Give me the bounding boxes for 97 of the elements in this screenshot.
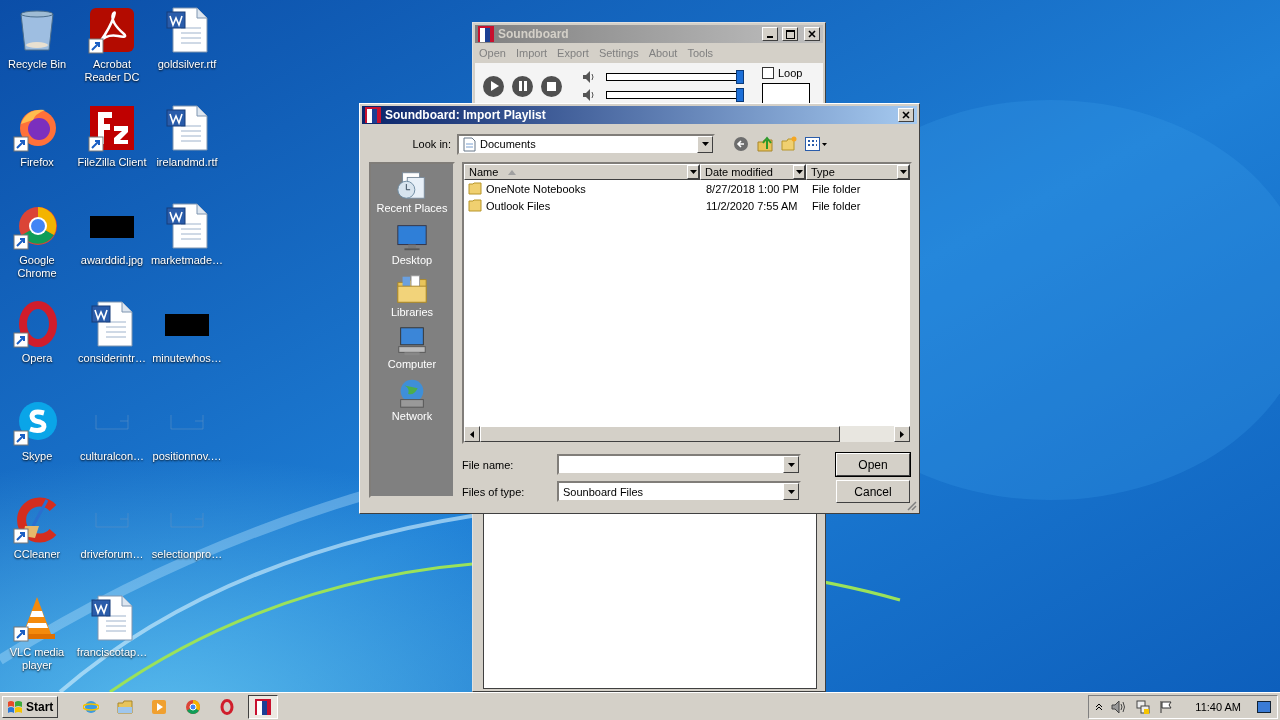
- network-icon[interactable]: [1135, 698, 1152, 715]
- field-label: File name:: [462, 458, 515, 471]
- media-player-icon: [151, 698, 168, 715]
- dropdown-arrow-icon: [795, 170, 803, 174]
- minimize-button[interactable]: [762, 27, 778, 41]
- stop-icon: [547, 81, 556, 91]
- ring-app-icon: [185, 698, 202, 715]
- app-logo-icon: [365, 107, 381, 123]
- places-item[interactable]: Recent Places: [376, 168, 448, 220]
- back-icon[interactable]: [733, 136, 749, 152]
- file-name-field[interactable]: [557, 454, 801, 475]
- look-in-dropdown[interactable]: Documents: [457, 133, 715, 155]
- pause-icon: [517, 81, 528, 91]
- flag-icon[interactable]: [1159, 699, 1174, 714]
- oval-ring-icon: [219, 698, 236, 715]
- icon-label[interactable]: Google Chrome: [0, 254, 74, 280]
- column-header[interactable]: Date modified: [700, 164, 806, 180]
- close-icon: [902, 111, 910, 119]
- date-modified: 11/2/2020 7:55 AM: [705, 199, 799, 212]
- icon-label[interactable]: irelandmd.rtf: [150, 156, 224, 169]
- checkbox-label: Loop: [778, 67, 803, 79]
- document-icon: [463, 136, 476, 152]
- icon-label[interactable]: considerintr…: [75, 352, 149, 365]
- dropdown-arrow-icon: [689, 170, 697, 174]
- dropdown-arrow-icon: [787, 462, 795, 467]
- column-header[interactable]: Type: [806, 164, 910, 180]
- column-header[interactable]: Name: [464, 164, 700, 180]
- places-item[interactable]: Libraries: [390, 272, 434, 324]
- app-logo-icon: [478, 26, 494, 42]
- open-button[interactable]: Open: [836, 453, 910, 476]
- sort-arrow-icon: [508, 169, 517, 175]
- places-item[interactable]: Computer: [387, 324, 437, 376]
- icon-label[interactable]: FileZilla Client: [75, 156, 149, 169]
- dropdown-arrow-icon: [787, 489, 795, 494]
- close-button[interactable]: [898, 108, 914, 122]
- file-name[interactable]: OneNote Notebooks: [486, 182, 586, 195]
- maximize-button[interactable]: [782, 27, 798, 41]
- file-type-dropdown[interactable]: Sounboard Files: [557, 481, 801, 502]
- icon-label[interactable]: driveforum…: [75, 548, 149, 561]
- loop-checkbox[interactable]: [762, 67, 774, 79]
- dropdown-arrow-icon: [701, 142, 709, 146]
- file-type: File folder: [811, 182, 862, 195]
- icon-label[interactable]: Firefox: [0, 156, 74, 169]
- computer-icon: [395, 324, 429, 358]
- speaker-icon[interactable]: [1111, 699, 1128, 714]
- pause-button[interactable]: [512, 75, 533, 97]
- icon-label[interactable]: Opera: [0, 352, 74, 365]
- field-label: Files of type:: [462, 485, 526, 498]
- close-icon: [808, 30, 816, 38]
- windows-flag-icon: [7, 699, 23, 714]
- chevron-up-icon[interactable]: [1095, 702, 1104, 711]
- globe-icon: [83, 698, 100, 715]
- window-title: Soundboard: [498, 27, 570, 41]
- slider-thumb[interactable]: [736, 70, 744, 84]
- volume-slider[interactable]: [606, 88, 744, 102]
- folder-icon: [395, 272, 429, 306]
- icon-label[interactable]: culturalcon…: [75, 450, 149, 463]
- icon-label[interactable]: minutewhos…: [150, 352, 224, 365]
- maximize-icon: [785, 29, 795, 39]
- close-button[interactable]: [804, 27, 820, 41]
- resize-grip-icon[interactable]: [906, 500, 917, 511]
- slider-thumb[interactable]: [736, 88, 744, 102]
- icon-label[interactable]: marketmade…: [150, 254, 224, 267]
- places-item[interactable]: Desktop: [391, 220, 433, 272]
- scroll-left-icon: [470, 430, 474, 438]
- show-desktop-icon[interactable]: [1257, 700, 1271, 713]
- start-button[interactable]: Start: [2, 695, 59, 718]
- stop-button[interactable]: [541, 75, 562, 97]
- field-label: Look in:: [411, 138, 452, 150]
- dialog-title: Soundboard: Import Playlist: [385, 108, 547, 122]
- icon-label[interactable]: positionnov.…: [150, 450, 224, 463]
- input-field[interactable]: [762, 83, 810, 105]
- volume-slider[interactable]: [606, 70, 744, 84]
- app-logo-icon: [255, 698, 272, 715]
- folder-icon: [468, 182, 482, 195]
- play-button[interactable]: [483, 75, 504, 97]
- file-name[interactable]: Outlook Files: [486, 199, 551, 212]
- view-menu-icon[interactable]: [805, 137, 827, 151]
- speaker-icon: [582, 89, 596, 101]
- icon-label[interactable]: awarddid.jpg: [75, 254, 149, 267]
- play-icon: [488, 81, 499, 91]
- clock[interactable]: 11:40 AM: [1195, 700, 1241, 713]
- date-modified: 8/27/2018 1:00 PM: [705, 182, 800, 195]
- horizontal-scrollbar[interactable]: [464, 426, 910, 442]
- icon-label[interactable]: CCleaner: [0, 548, 74, 561]
- folder-icon: [117, 698, 134, 715]
- cancel-button[interactable]: Cancel: [836, 480, 910, 503]
- dropdown-arrow-icon: [899, 170, 907, 174]
- icon-label[interactable]: Skype: [0, 450, 74, 463]
- places-item[interactable]: Network: [391, 376, 433, 428]
- icon-label[interactable]: Recycle Bin: [0, 58, 74, 71]
- file-type: File folder: [811, 199, 862, 212]
- icon-label[interactable]: Acrobat Reader DC: [75, 58, 149, 84]
- taskbar-button[interactable]: [248, 694, 279, 719]
- speaker-icon: [582, 71, 596, 83]
- folder-icon: [468, 199, 482, 212]
- icon-label[interactable]: goldsilver.rtf: [150, 58, 224, 71]
